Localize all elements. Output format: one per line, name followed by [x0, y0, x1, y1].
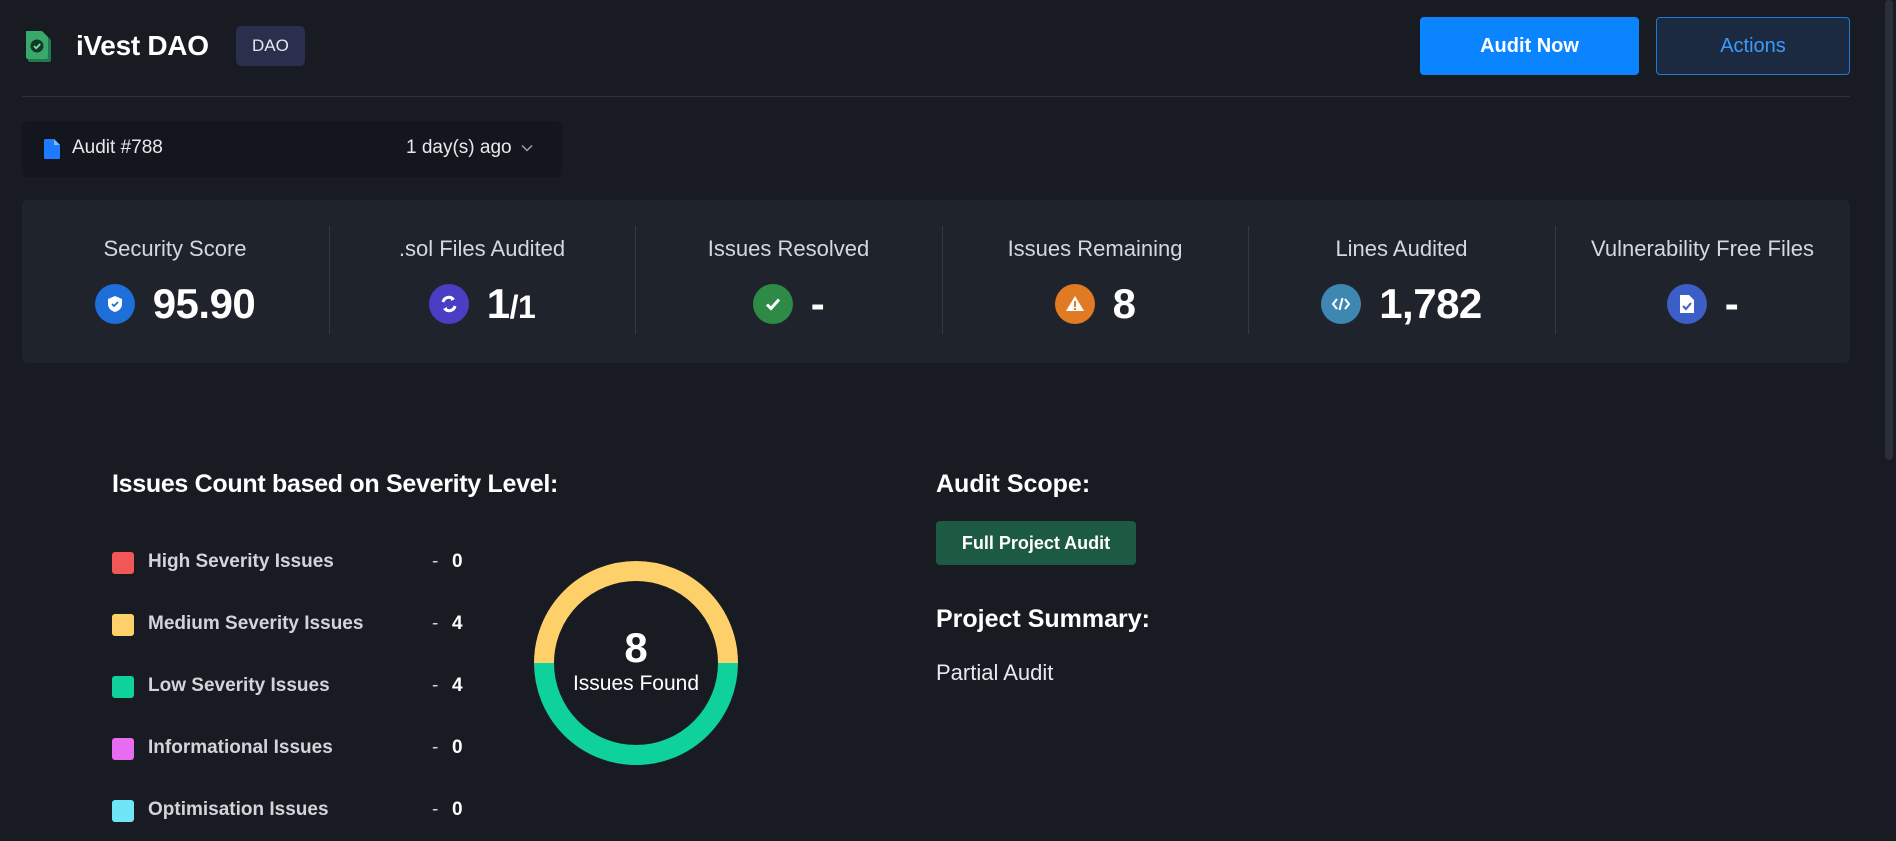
- legend-swatch: [112, 614, 134, 636]
- audit-scope-title: Audit Scope:: [936, 470, 1091, 498]
- stat-vulnerability-free-files: Vulnerability Free Files -: [1555, 200, 1850, 363]
- donut-center-value: 8: [624, 624, 648, 671]
- project-summary-text: Partial Audit: [936, 660, 1054, 685]
- stat-value: 8: [1112, 280, 1136, 327]
- stat-security-score: Security Score 95.90: [22, 200, 328, 363]
- app-logo-icon: [26, 31, 51, 62]
- audit-scope-badge: Full Project Audit: [936, 521, 1136, 565]
- severity-label: High Severity Issues: [148, 551, 334, 572]
- stat-label: Issues Remaining: [1007, 236, 1183, 261]
- severity-dash: -: [432, 799, 439, 820]
- audit-time-label: 1 day(s) ago: [406, 137, 512, 158]
- dao-badge: DAO: [236, 26, 305, 66]
- page-scrollbar[interactable]: [1882, 0, 1896, 841]
- audit-number-label: Audit #788: [72, 137, 163, 158]
- severity-label: Informational Issues: [148, 737, 333, 758]
- stat-label: Vulnerability Free Files: [1591, 236, 1814, 261]
- stat-label: .sol Files Audited: [398, 236, 566, 261]
- severity-item-informational: Informational Issues - 0: [112, 736, 472, 762]
- donut-center-label: Issues Found: [572, 672, 700, 695]
- stat-value: 1,782: [1379, 280, 1482, 327]
- severity-label: Optimisation Issues: [148, 799, 329, 820]
- severity-count: 0: [452, 799, 463, 820]
- stat-value: 95.90: [152, 280, 256, 327]
- legend-swatch: [112, 676, 134, 698]
- stat-lines-audited: Lines Audited 1,782: [1248, 200, 1555, 363]
- stat-label: Issues Resolved: [707, 236, 870, 261]
- stat-value: -: [810, 280, 825, 327]
- severity-dash: -: [432, 737, 439, 758]
- stat-label: Security Score: [103, 236, 247, 261]
- stat-issues-remaining: Issues Remaining 8: [942, 200, 1248, 363]
- severity-count: 4: [452, 675, 463, 696]
- stat-value: -: [1724, 280, 1739, 327]
- shield-icon: [94, 284, 135, 324]
- severity-count: 4: [452, 613, 463, 634]
- severity-dash: -: [432, 675, 439, 696]
- severity-item-high: High Severity Issues - 0: [112, 550, 472, 576]
- severity-item-low: Low Severity Issues - 4: [112, 674, 472, 700]
- refresh-code-icon: [428, 284, 469, 324]
- stat-label: Lines Audited: [1335, 236, 1468, 261]
- project-summary-title: Project Summary:: [936, 605, 1150, 633]
- page-header: iVest DAO DAO Audit Now Actions: [22, 14, 1850, 90]
- warning-icon: [1054, 284, 1095, 324]
- scrollbar-thumb[interactable]: [1885, 0, 1893, 460]
- stats-panel: Security Score 95.90 .sol Files Audited …: [22, 200, 1850, 363]
- header-divider: [22, 96, 1850, 97]
- audit-now-button[interactable]: Audit Now: [1420, 17, 1639, 75]
- stat-sol-files-audited: .sol Files Audited 1/1: [329, 200, 635, 363]
- stat-value: 1/1: [486, 280, 536, 327]
- app-title: iVest DAO: [76, 30, 209, 61]
- check-icon: [752, 284, 793, 324]
- legend-swatch: [112, 800, 134, 822]
- severity-item-medium: Medium Severity Issues - 4: [112, 612, 472, 638]
- severity-label: Medium Severity Issues: [148, 613, 364, 634]
- legend-swatch: [112, 552, 134, 574]
- audit-selector-dropdown[interactable]: Audit #788 1 day(s) ago: [22, 121, 562, 177]
- severity-dash: -: [432, 613, 439, 634]
- severity-section-title: Issues Count based on Severity Level:: [112, 470, 558, 498]
- severity-count: 0: [452, 551, 463, 572]
- code-icon: [1321, 284, 1362, 324]
- severity-item-optimisation: Optimisation Issues - 0: [112, 798, 472, 824]
- file-check-icon: [1666, 284, 1707, 324]
- legend-swatch: [112, 738, 134, 760]
- document-icon: [44, 139, 60, 159]
- severity-count: 0: [452, 737, 463, 758]
- chevron-down-icon: [521, 144, 533, 152]
- actions-button[interactable]: Actions: [1656, 17, 1850, 75]
- severity-label: Low Severity Issues: [148, 675, 330, 696]
- stat-issues-resolved: Issues Resolved -: [635, 200, 942, 363]
- severity-dash: -: [432, 551, 439, 572]
